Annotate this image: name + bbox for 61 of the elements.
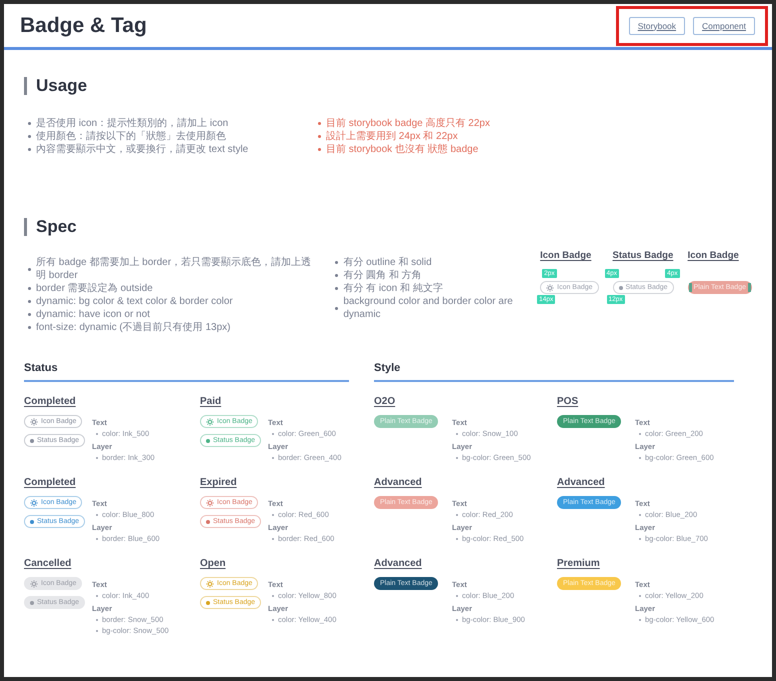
group-title: Completed — [24, 477, 76, 488]
usage-warning: 設計上需要用到 24px 和 22px — [326, 130, 458, 143]
bullet-icon — [335, 287, 338, 290]
bullet-icon — [28, 287, 31, 290]
group-title: Completed — [24, 396, 76, 407]
bullet-icon — [28, 148, 31, 151]
link-button[interactable]: Component — [693, 16, 755, 34]
group-title: Paid — [200, 396, 222, 407]
bullet-icon — [318, 148, 321, 151]
link-button[interactable]: Storybook — [628, 16, 686, 34]
section-heading: Spec — [24, 218, 77, 236]
bullet-icon — [28, 300, 31, 303]
bullet-icon — [28, 135, 31, 138]
spec-feature: background color and border color are dynamic — [343, 295, 514, 321]
bullet-icon — [335, 306, 338, 310]
bullet-icon — [335, 261, 338, 264]
status-dot-icon — [618, 286, 623, 290]
bullet-icon — [335, 274, 338, 277]
group-title: Advanced — [374, 477, 422, 488]
page-title: Badge & Tag — [20, 14, 147, 38]
usage-note: 內容需要顯示中文，或要換行，請更改 text style — [36, 143, 248, 156]
bulb-icon — [206, 580, 214, 588]
section-heading: Style — [374, 362, 734, 382]
bullet-icon — [28, 326, 31, 329]
spec-feature: 有分 圓角 和 方角 — [343, 269, 422, 282]
group-title: Cancelled — [24, 558, 72, 569]
group-title: Open — [200, 558, 226, 569]
group-title: Premium — [557, 558, 600, 569]
diagram-title: Icon Badge — [540, 250, 592, 261]
group-title: Expired — [200, 477, 237, 488]
group-title: Advanced — [374, 558, 422, 569]
bulb-icon — [546, 284, 554, 292]
section-heading: Status — [24, 362, 349, 382]
section-heading: Usage — [24, 77, 88, 95]
bullet-icon — [318, 122, 321, 125]
spec-feature: 有分 有 icon 和 純文字 — [343, 282, 443, 295]
bulb-icon — [30, 498, 38, 506]
bulb-icon — [30, 418, 38, 426]
usage-warning: 目前 storybook 也沒有 狀態 badge — [326, 143, 478, 156]
bullet-icon — [28, 268, 31, 270]
usage-note: 是否使用 icon：提示性類別的，請加上 icon — [36, 117, 228, 130]
spec-note: dynamic: bg color & text color & border color — [36, 295, 233, 308]
padding-mark — [688, 283, 692, 292]
usage-warning: 目前 storybook badge 高度只有 22px — [326, 117, 490, 130]
spec-note: dynamic: have icon or not — [36, 308, 150, 321]
bulb-icon — [206, 498, 214, 506]
bullet-icon — [28, 122, 31, 125]
usage-note: 使用顏色：請按以下的「狀態」去使用顏色 — [36, 130, 226, 143]
group-title: Advanced — [557, 477, 605, 488]
bulb-icon — [206, 418, 214, 426]
diagram-title: Icon Badge — [688, 250, 739, 261]
spec-feature: 有分 outline 和 solid — [343, 256, 432, 269]
spec-note: font-size: dynamic (不過目前只有使用 13px) — [36, 321, 230, 334]
bullet-icon — [318, 135, 321, 138]
bullet-icon — [28, 313, 31, 316]
diagram-title: Status Badge — [612, 250, 674, 261]
bulb-icon — [30, 580, 38, 588]
spec-note: border 需要設定為 outside — [36, 282, 153, 295]
group-title: O2O — [374, 396, 396, 407]
padding-mark — [748, 283, 751, 292]
group-title: POS — [557, 396, 578, 407]
